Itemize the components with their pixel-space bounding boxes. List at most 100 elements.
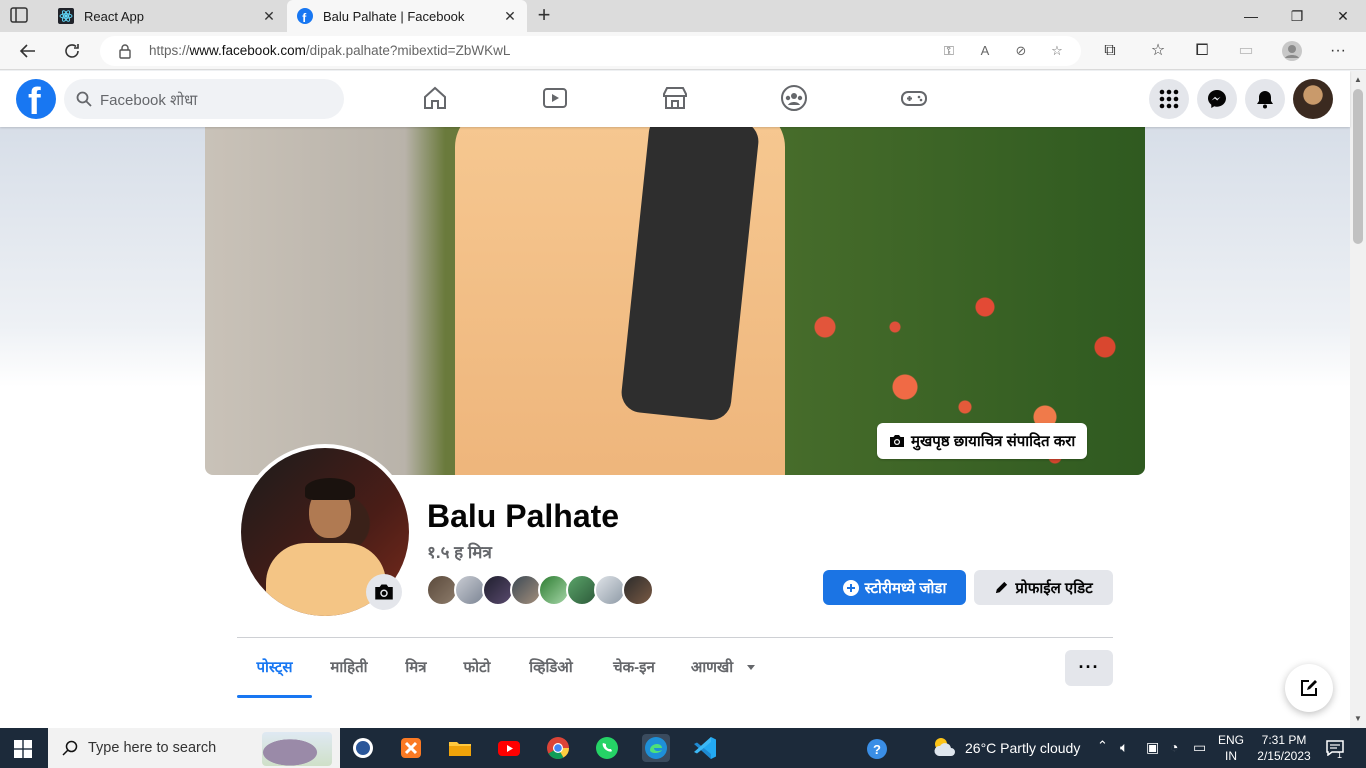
facebook-search-input[interactable]: Facebook शोधा bbox=[64, 79, 344, 119]
key-icon[interactable]: ⚿ bbox=[940, 42, 958, 60]
clock-time[interactable]: 7:31 PM bbox=[1252, 733, 1316, 747]
profile-more-button[interactable]: ··· bbox=[1065, 650, 1113, 686]
friend-thumbnail[interactable] bbox=[622, 574, 654, 606]
close-tab-icon[interactable]: ✕ bbox=[258, 8, 280, 25]
tab-more[interactable]: आणखी bbox=[682, 648, 742, 688]
language-region[interactable]: IN bbox=[1216, 749, 1246, 763]
taskbar-app-edge[interactable] bbox=[642, 734, 670, 762]
weather-text[interactable]: 26°C Partly cloudy bbox=[965, 740, 1080, 756]
notifications-button[interactable] bbox=[1245, 79, 1285, 119]
add-favorite-icon[interactable]: ☆ bbox=[1048, 42, 1066, 60]
intro-card bbox=[237, 714, 597, 728]
taskbar-search-input[interactable]: Type here to search bbox=[48, 728, 340, 768]
puzzle-icon: ⧉ bbox=[1104, 42, 1116, 59]
active-tab-indicator bbox=[237, 695, 312, 698]
add-to-story-label: स्टोरीमध्ये जोडा bbox=[864, 579, 947, 597]
collections-button[interactable]: ⧠ bbox=[1190, 39, 1214, 63]
folder-icon bbox=[449, 742, 471, 756]
taskbar-app-file-explorer[interactable] bbox=[446, 734, 474, 762]
caret-down-icon[interactable] bbox=[746, 664, 756, 672]
taskbar-app-whatsapp[interactable] bbox=[593, 734, 621, 762]
home-icon[interactable] bbox=[420, 83, 450, 113]
chevron-up-icon[interactable]: ⌃ bbox=[1097, 738, 1108, 754]
taskbar-app-chrome[interactable] bbox=[544, 734, 572, 762]
friends-count[interactable]: १.५ ह मित्र bbox=[427, 540, 492, 563]
taskbar-app-word[interactable] bbox=[349, 734, 377, 762]
scroll-down-arrow-icon[interactable]: ▼ bbox=[1354, 714, 1362, 723]
account-avatar[interactable] bbox=[1293, 79, 1333, 119]
tab-photos[interactable]: फोटो bbox=[452, 648, 502, 688]
facebook-header: f Facebook शोधा bbox=[0, 71, 1350, 127]
address-bar[interactable]: https://www.facebook.com/dipak.palhate?m… bbox=[100, 36, 1081, 66]
facebook-icon: f bbox=[297, 8, 313, 24]
create-post-card bbox=[613, 714, 1113, 728]
taskbar-app-youtube[interactable] bbox=[495, 734, 523, 762]
tab-about[interactable]: माहिती bbox=[318, 648, 380, 688]
windows-start-icon[interactable] bbox=[14, 740, 32, 758]
groups-icon[interactable] bbox=[779, 83, 809, 113]
tab-actions-icon[interactable] bbox=[10, 7, 28, 23]
facebook-logo[interactable]: f bbox=[16, 79, 56, 122]
search-icon bbox=[62, 740, 78, 756]
tab-facebook[interactable]: f Balu Palhate | Facebook ✕ bbox=[287, 0, 527, 32]
scrollbar-thumb[interactable] bbox=[1353, 89, 1363, 244]
menu-button[interactable] bbox=[1149, 79, 1189, 119]
maximize-button[interactable]: ❐ bbox=[1274, 0, 1320, 32]
taskbar-app-vscode[interactable] bbox=[691, 734, 719, 762]
watch-icon[interactable] bbox=[540, 83, 570, 113]
vscode-icon bbox=[694, 737, 716, 759]
split-screen-button[interactable]: ▭ bbox=[1234, 39, 1258, 63]
back-button[interactable] bbox=[16, 39, 40, 63]
new-tab-button[interactable]: + bbox=[533, 4, 555, 28]
camera-icon bbox=[375, 584, 393, 600]
extensions-button[interactable]: ⧉ bbox=[1098, 39, 1122, 63]
settings-menu-button[interactable]: ··· bbox=[1326, 39, 1350, 63]
favorites-button[interactable]: ☆ bbox=[1146, 39, 1170, 63]
chrome-icon bbox=[547, 737, 569, 759]
language-code[interactable]: ENG bbox=[1216, 733, 1246, 747]
battery-icon[interactable]: ▭ bbox=[1193, 739, 1206, 756]
help-icon[interactable]: ? bbox=[866, 738, 888, 760]
compose-icon bbox=[1301, 680, 1317, 696]
url-text[interactable]: https://www.facebook.com/dipak.palhate?m… bbox=[149, 43, 510, 58]
notifications-icon bbox=[1257, 91, 1273, 109]
tab-friends[interactable]: मित्र bbox=[394, 648, 438, 688]
lock-icon[interactable] bbox=[118, 43, 132, 59]
refresh-button[interactable] bbox=[60, 39, 84, 63]
youtube-icon bbox=[498, 741, 520, 756]
search-placeholder: Facebook शोधा bbox=[100, 92, 198, 109]
scroll-up-arrow-icon[interactable]: ▲ bbox=[1354, 75, 1362, 84]
meet-now-icon[interactable]: ▣ bbox=[1146, 739, 1159, 756]
profile-divider bbox=[237, 637, 1113, 638]
tab-check-ins[interactable]: चेक-इन bbox=[600, 648, 668, 688]
marketplace-icon[interactable] bbox=[660, 83, 690, 113]
taskbar-app-xampp[interactable] bbox=[397, 734, 425, 762]
update-profile-picture-button[interactable] bbox=[366, 574, 402, 610]
search-icon bbox=[76, 91, 92, 107]
more-dots-icon: ··· bbox=[1330, 42, 1346, 59]
browser-toolbar: https://www.facebook.com/dipak.palhate?m… bbox=[0, 32, 1366, 70]
edit-cover-photo-button[interactable]: मुखपृष्ठ छायाचित्र संपादित करा bbox=[877, 423, 1088, 459]
weather-icon[interactable] bbox=[930, 734, 958, 760]
menu-grid-icon bbox=[1159, 89, 1179, 109]
page-scrollbar[interactable]: ▲ ▼ bbox=[1350, 71, 1366, 728]
volume-icon[interactable]: 🔈︎ bbox=[1120, 739, 1128, 756]
minimize-button[interactable]: — bbox=[1228, 0, 1274, 32]
tab-title: Balu Palhate | Facebook bbox=[323, 8, 465, 24]
add-to-story-button[interactable]: स्टोरीमध्ये जोडा bbox=[823, 570, 966, 605]
tab-react-app[interactable]: React App ✕ bbox=[48, 0, 286, 32]
new-message-button[interactable] bbox=[1285, 664, 1333, 712]
clock-date[interactable]: 2/15/2023 bbox=[1252, 749, 1316, 763]
tab-posts[interactable]: पोस्ट्स bbox=[237, 648, 312, 688]
profile-button[interactable] bbox=[1280, 39, 1304, 63]
tab-videos[interactable]: व्हिडिओ bbox=[516, 648, 586, 688]
close-window-button[interactable]: ✕ bbox=[1320, 0, 1366, 32]
edit-profile-button[interactable]: प्रोफाईल एडिट bbox=[974, 570, 1113, 605]
close-tab-icon[interactable]: ✕ bbox=[499, 8, 521, 25]
messenger-button[interactable] bbox=[1197, 79, 1237, 119]
read-aloud-icon[interactable]: A bbox=[976, 42, 994, 60]
gaming-icon[interactable] bbox=[899, 83, 929, 113]
network-icon[interactable]: ◔ bbox=[1170, 739, 1178, 755]
profile-name: Balu Palhate bbox=[427, 498, 620, 534]
tracking-prevention-icon[interactable]: ⊘ bbox=[1012, 42, 1030, 60]
